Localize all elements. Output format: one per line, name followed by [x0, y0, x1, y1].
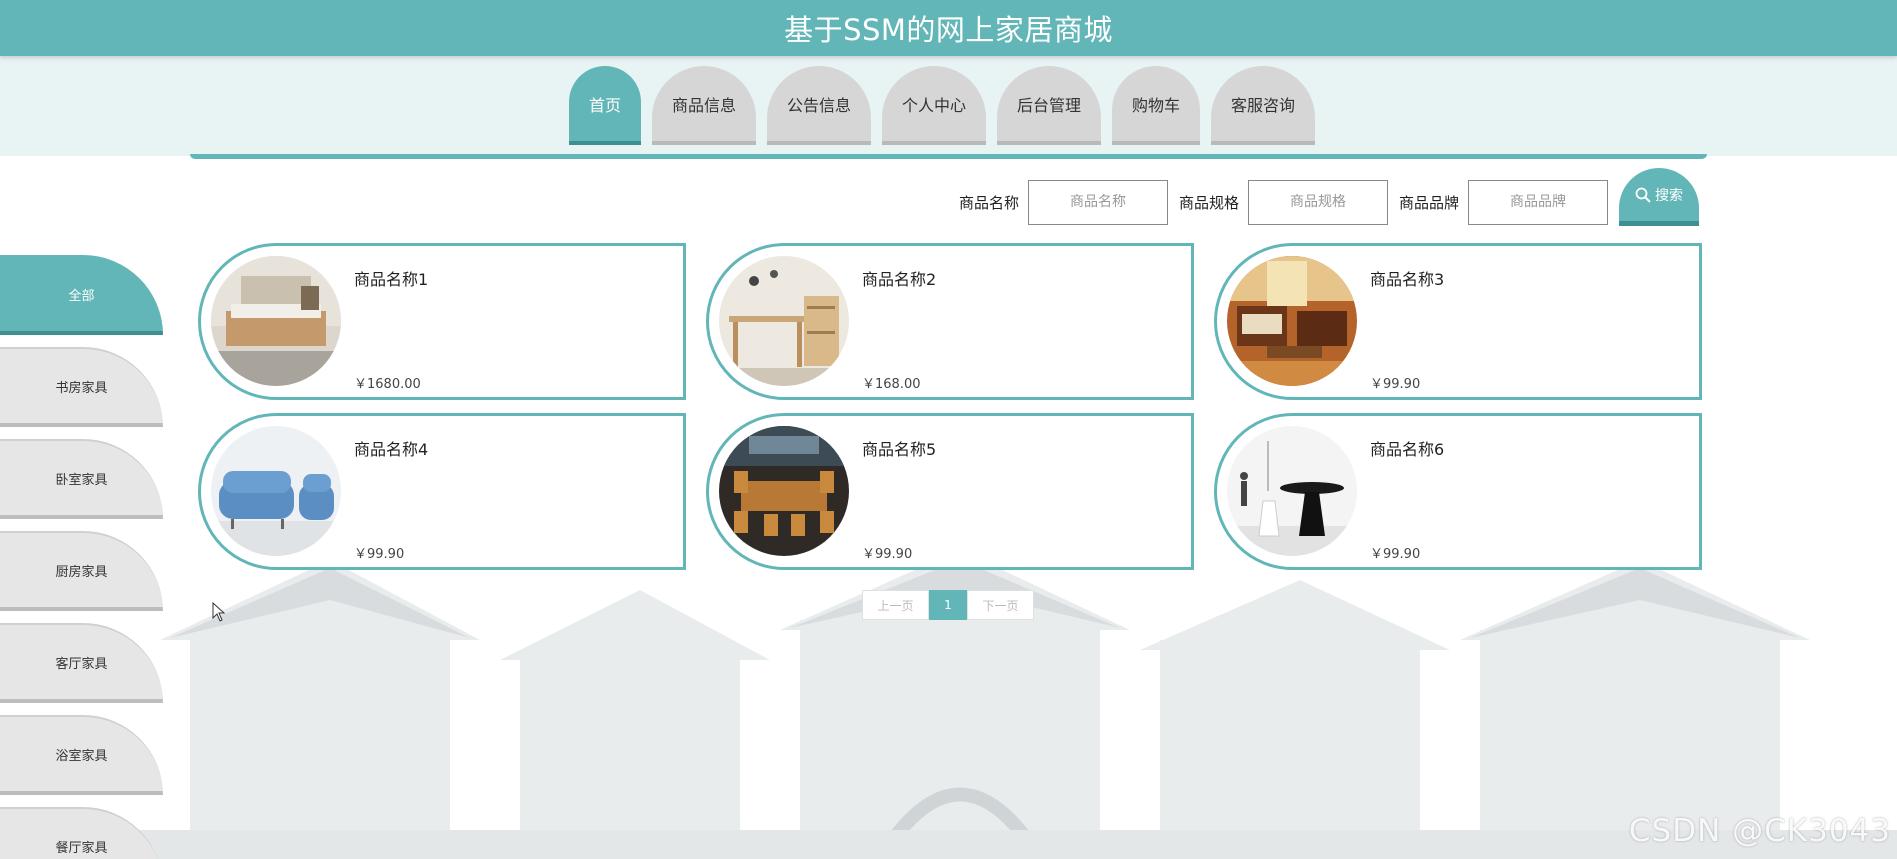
product-name[interactable]: 商品名称5	[862, 436, 936, 460]
product-price: ￥1680.00	[354, 377, 421, 392]
product-image[interactable]	[1227, 426, 1357, 556]
product-name[interactable]: 商品名称3	[1370, 266, 1444, 290]
category-bathroom[interactable]: 浴室家具	[0, 715, 163, 795]
product-price: ￥99.90	[1370, 547, 1421, 562]
product-name[interactable]: 商品名称6	[1370, 436, 1444, 460]
name-input[interactable]	[1027, 179, 1168, 225]
nav-underline	[190, 154, 1707, 159]
site-title: 基于SSM的网上家居商城	[784, 13, 1113, 47]
name-label: 商品名称	[958, 193, 1019, 212]
category-bedroom[interactable]: 卧室家具	[0, 439, 163, 519]
product-grid: 商品名称1 ￥1680.00 商品名称2 ￥168.00 商品名称3 ￥99.9…	[198, 243, 1702, 570]
brand-input[interactable]	[1468, 179, 1608, 225]
next-page-button[interactable]: 下一页	[967, 590, 1034, 620]
mouse-cursor-icon	[212, 602, 226, 622]
nav-item-home[interactable]: 首页	[569, 66, 641, 145]
product-name[interactable]: 商品名称4	[354, 436, 428, 460]
product-name[interactable]: 商品名称1	[354, 266, 428, 290]
main-nav: 首页 商品信息 公告信息 个人中心 后台管理 购物车 客服咨询	[569, 66, 1315, 145]
product-card[interactable]: 商品名称4 ￥99.90	[198, 413, 686, 570]
nav-item-cart[interactable]: 购物车	[1112, 66, 1200, 145]
product-price: ￥99.90	[354, 547, 405, 562]
category-all[interactable]: 全部	[0, 255, 163, 335]
product-price: ￥168.00	[862, 377, 921, 392]
site-header: 基于SSM的网上家居商城	[0, 0, 1897, 56]
product-card[interactable]: 商品名称1 ￥1680.00	[198, 243, 686, 400]
search-button-label: 搜索	[1655, 187, 1683, 204]
category-sidebar: 全部 书房家具 卧室家具 厨房家具 客厅家具 浴室家具 餐厅家具	[0, 255, 163, 859]
nav-item-products[interactable]: 商品信息	[652, 66, 756, 145]
product-card[interactable]: 商品名称6 ￥99.90	[1214, 413, 1702, 570]
product-card[interactable]: 商品名称3 ￥99.90	[1214, 243, 1702, 400]
current-page[interactable]: 1	[929, 590, 967, 620]
product-image[interactable]	[211, 426, 341, 556]
watermark: CSDN @CK3043	[1628, 813, 1891, 849]
category-livingroom[interactable]: 客厅家具	[0, 623, 163, 703]
prev-page-button[interactable]: 上一页	[862, 590, 929, 620]
product-name[interactable]: 商品名称2	[862, 266, 936, 290]
category-kitchen[interactable]: 厨房家具	[0, 531, 163, 611]
product-card[interactable]: 商品名称5 ￥99.90	[706, 413, 1194, 570]
product-image[interactable]	[719, 256, 849, 386]
product-image[interactable]	[211, 256, 341, 386]
search-bar: 商品名称 商品规格 商品品牌 搜索	[958, 168, 1699, 226]
nav-item-admin[interactable]: 后台管理	[997, 66, 1101, 145]
nav-item-support[interactable]: 客服咨询	[1211, 66, 1315, 145]
nav-item-profile[interactable]: 个人中心	[882, 66, 986, 145]
brand-label: 商品品牌	[1398, 193, 1459, 212]
spec-label: 商品规格	[1178, 193, 1239, 212]
nav-item-announcements[interactable]: 公告信息	[767, 66, 871, 145]
search-button[interactable]: 搜索	[1619, 168, 1699, 226]
search-icon	[1635, 187, 1651, 203]
product-card[interactable]: 商品名称2 ￥168.00	[706, 243, 1194, 400]
product-image[interactable]	[719, 426, 849, 556]
product-image[interactable]	[1227, 256, 1357, 386]
product-price: ￥99.90	[1370, 377, 1421, 392]
product-price: ￥99.90	[862, 547, 913, 562]
category-study[interactable]: 书房家具	[0, 347, 163, 427]
pagination: 上一页 1 下一页	[862, 590, 1034, 620]
category-dining[interactable]: 餐厅家具	[0, 807, 163, 859]
spec-input[interactable]	[1247, 179, 1388, 225]
